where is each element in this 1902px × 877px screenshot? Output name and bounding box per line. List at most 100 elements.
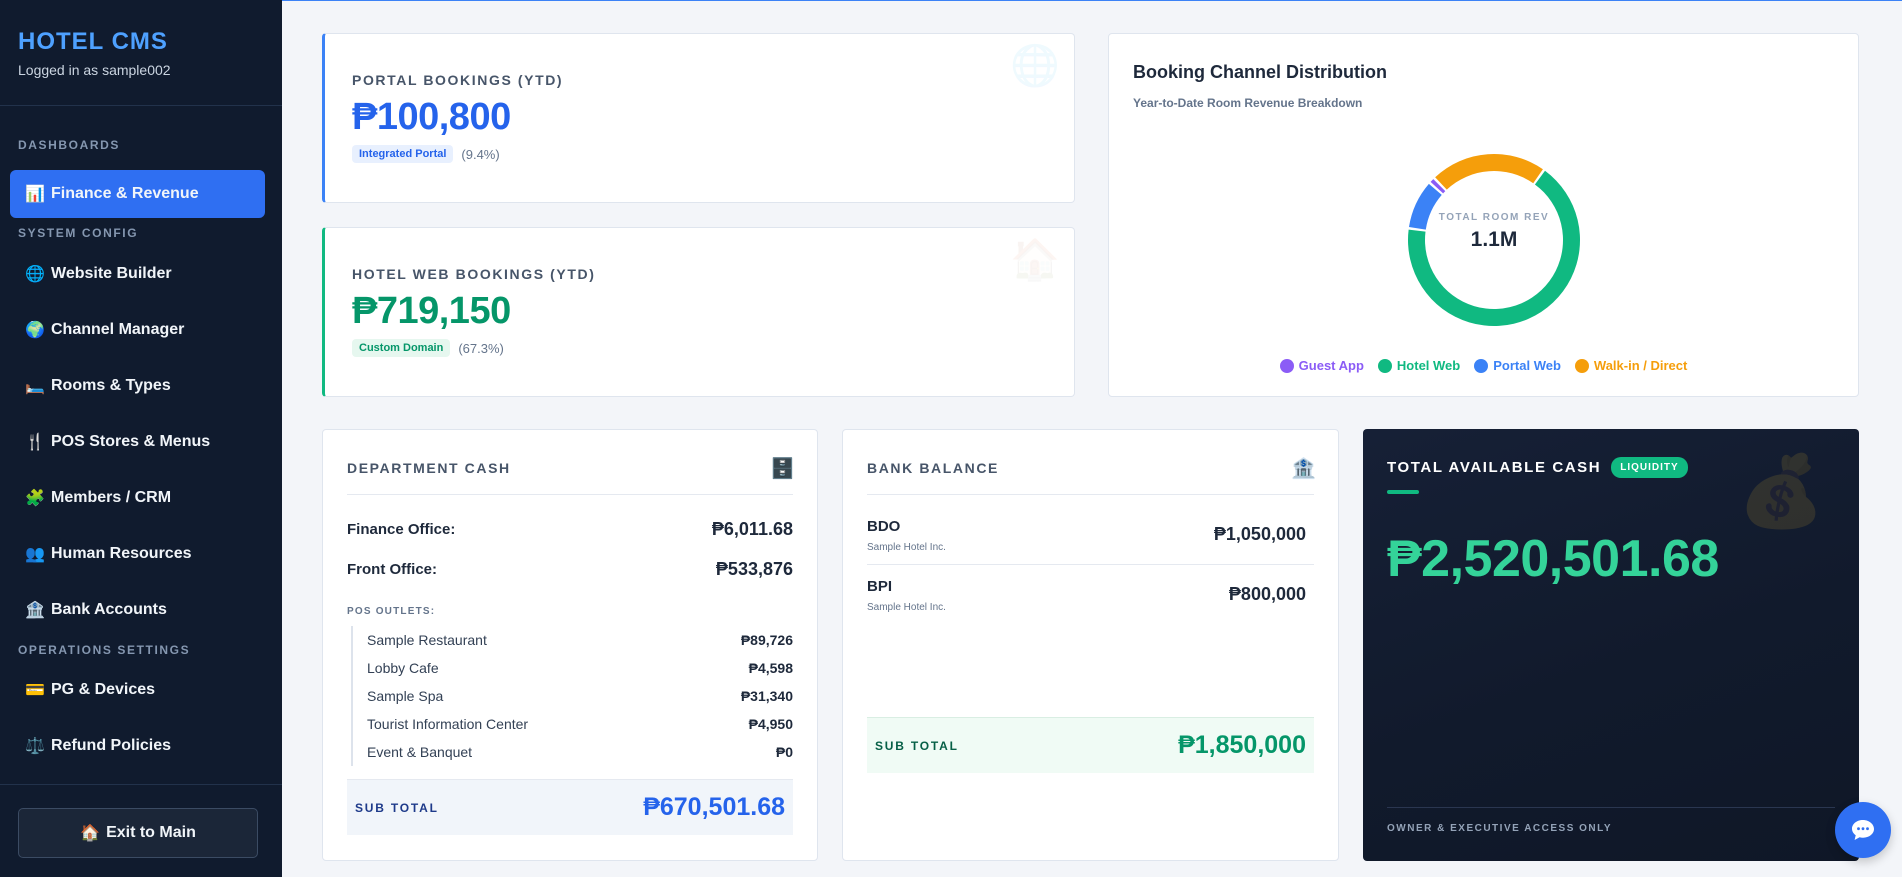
- hotel-web-bookings-value: ₱719,150: [352, 290, 511, 332]
- portal-bookings-label: PORTAL BOOKINGS (YTD): [352, 72, 564, 88]
- list-item: Lobby Cafe ₱4,598: [353, 654, 793, 682]
- department-cash-header: DEPARTMENT CASH: [347, 460, 511, 476]
- home-icon: 🏠: [1010, 238, 1060, 282]
- legend-item[interactable]: Guest App: [1279, 358, 1364, 373]
- pos-value: ₱0: [775, 744, 793, 760]
- sidebar-item-label: Website Builder: [51, 265, 172, 282]
- scales-icon: ⚖️: [25, 738, 45, 755]
- people-icon: 👥: [25, 546, 45, 563]
- puzzle-icon: 🧩: [25, 490, 45, 507]
- divider: [1387, 807, 1835, 808]
- hotel-web-bookings-label: HOTEL WEB BOOKINGS (YTD): [352, 266, 596, 282]
- divider: [347, 494, 793, 495]
- sidebar-item-label: Bank Accounts: [51, 601, 167, 618]
- bank-subtotal: SUB TOTAL ₱1,850,000: [867, 717, 1314, 773]
- sidebar-item-label: Refund Policies: [51, 737, 172, 754]
- pos-label: Sample Spa: [367, 688, 444, 704]
- pos-label: Event & Banquet: [367, 744, 473, 760]
- legend-dot: [1474, 358, 1489, 373]
- legend-label: Hotel Web: [1396, 358, 1461, 373]
- chat-button[interactable]: [1835, 802, 1891, 858]
- donut-slice-walk-in-direct[interactable]: [1435, 154, 1543, 190]
- hotel-web-bookings-card: 🏠 HOTEL WEB BOOKINGS (YTD) ₱719,150 Cust…: [322, 227, 1075, 397]
- sidebar-item-members-crm[interactable]: 🧩 Members / CRM: [10, 474, 265, 522]
- pos-outlets-header: POS OUTLETS:: [347, 606, 436, 617]
- divider: [867, 564, 1314, 565]
- portal-bookings-card: 🌐 PORTAL BOOKINGS (YTD) ₱100,800 Integra…: [322, 33, 1075, 203]
- finance-office-value: ₱6,011.68: [711, 519, 793, 539]
- sidebar-bottom-divider: [0, 784, 282, 785]
- donut-center-value: 1.1M: [1470, 228, 1518, 251]
- sidebar-item-label: PG & Devices: [51, 681, 156, 698]
- sidebar-item-bank-accounts[interactable]: 🏦 Bank Accounts: [10, 586, 265, 634]
- list-item: Sample Restaurant ₱89,726: [353, 626, 793, 654]
- legend-dot: [1377, 358, 1392, 373]
- accent-bar: [1387, 490, 1419, 494]
- donut-chart: TOTAL ROOM REV 1.1M: [1394, 140, 1594, 340]
- sidebar-item-human-resources[interactable]: 👥 Human Resources: [10, 530, 265, 578]
- section-label-operations-settings: OPERATIONS SETTINGS: [18, 643, 191, 657]
- bed-icon: 🛏️: [25, 378, 45, 395]
- total-cash-value: ₱2,520,501.68: [1387, 530, 1719, 588]
- donut-center-label: TOTAL ROOM REV: [1438, 212, 1550, 223]
- portal-percentage: (9.4%): [461, 146, 500, 162]
- chat-bubble-icon: [1852, 820, 1874, 840]
- sidebar-brand: HOTEL CMS Logged in as sample002: [0, 0, 282, 106]
- pos-outlets-list: Sample Restaurant ₱89,726 Lobby Cafe ₱4,59…: [351, 626, 793, 766]
- globe-icon: 🌐: [1010, 44, 1060, 88]
- sidebar-item-pg-devices[interactable]: 💳 PG & Devices: [10, 666, 265, 714]
- legend-dot: [1279, 358, 1294, 373]
- legend-label: Portal Web: [1493, 358, 1561, 373]
- subtotal-value: ₱1,850,000: [1178, 731, 1306, 759]
- sidebar-item-label: Channel Manager: [51, 321, 185, 338]
- sidebar-item-finance-revenue[interactable]: 📊 Finance & Revenue: [10, 170, 265, 218]
- list-item: Sample Spa ₱31,340: [353, 682, 793, 710]
- chart-legend: Guest App Hotel Web Portal Web Walk-in / Di…: [1109, 358, 1858, 373]
- top-accent-line: [0, 0, 1902, 1]
- total-cash-title-row: TOTAL AVAILABLE CASH LIQUIDITY: [1387, 457, 1688, 478]
- legend-dot: [1574, 358, 1589, 373]
- bar-chart-icon: 📊: [25, 186, 45, 203]
- sidebar-item-channel-manager[interactable]: 🌍 Channel Manager: [10, 306, 265, 354]
- sidebar-item-website-builder[interactable]: 🌐 Website Builder: [10, 250, 265, 298]
- credit-card-icon: 💳: [25, 682, 45, 699]
- finance-office-label: Finance Office:: [347, 521, 456, 538]
- legend-item[interactable]: Portal Web: [1474, 358, 1561, 373]
- pos-label: Lobby Cafe: [367, 660, 439, 676]
- app-title: HOTEL CMS: [18, 28, 168, 55]
- department-subtotal: SUB TOTAL ₱670,501.68: [347, 779, 793, 835]
- pos-label: Sample Restaurant: [367, 632, 487, 648]
- portal-badge: Integrated Portal: [352, 145, 454, 163]
- legend-item[interactable]: Hotel Web: [1377, 358, 1461, 373]
- bank-value: ₱800,000: [1228, 584, 1306, 604]
- booking-channel-chart-card: Booking Channel Distribution Year-to-Dat…: [1108, 33, 1859, 397]
- chart-subtitle: Year-to-Date Room Revenue Breakdown: [1133, 96, 1363, 110]
- sidebar-item-refund-policies[interactable]: ⚖️ Refund Policies: [10, 722, 265, 770]
- pos-label: Tourist Information Center: [367, 716, 529, 732]
- legend-item[interactable]: Walk-in / Direct: [1574, 358, 1687, 373]
- access-notice: OWNER & EXECUTIVE ACCESS ONLY: [1387, 823, 1613, 834]
- divider: [867, 494, 1314, 495]
- subtotal-value: ₱670,501.68: [643, 793, 785, 821]
- logged-in-user: Logged in as sample002: [18, 62, 171, 78]
- table-row: BPI Sample Hotel Inc. ₱800,000: [867, 578, 1306, 636]
- bank-icon: 🏦: [1291, 458, 1316, 480]
- subtotal-label: SUB TOTAL: [355, 800, 439, 815]
- sidebar-item-label: POS Stores & Menus: [51, 433, 211, 450]
- sidebar-item-pos-stores-menus[interactable]: 🍴 POS Stores & Menus: [10, 418, 265, 466]
- list-item: Event & Banquet ₱0: [353, 738, 793, 766]
- exit-to-main-button[interactable]: 🏠 Exit to Main: [18, 808, 258, 858]
- sidebar-item-label: Human Resources: [51, 545, 192, 562]
- exit-button-label: Exit to Main: [106, 824, 196, 841]
- department-cash-card: DEPARTMENT CASH 🗄️ Finance Office: ₱6,01…: [322, 429, 818, 861]
- bank-value: ₱1,050,000: [1213, 524, 1306, 544]
- money-bag-icon: 💰: [1737, 452, 1825, 530]
- pos-value: ₱89,726: [740, 632, 793, 648]
- pos-value: ₱4,950: [748, 716, 793, 732]
- total-cash-title: TOTAL AVAILABLE CASH: [1387, 459, 1602, 476]
- bank-owner: Sample Hotel Inc.: [867, 602, 946, 613]
- sidebar-item-rooms-types[interactable]: 🛏️ Rooms & Types: [10, 362, 265, 410]
- sidebar: HOTEL CMS Logged in as sample002 DASHBOA…: [0, 0, 282, 877]
- subtotal-label: SUB TOTAL: [875, 738, 959, 753]
- pos-value: ₱4,598: [748, 660, 793, 676]
